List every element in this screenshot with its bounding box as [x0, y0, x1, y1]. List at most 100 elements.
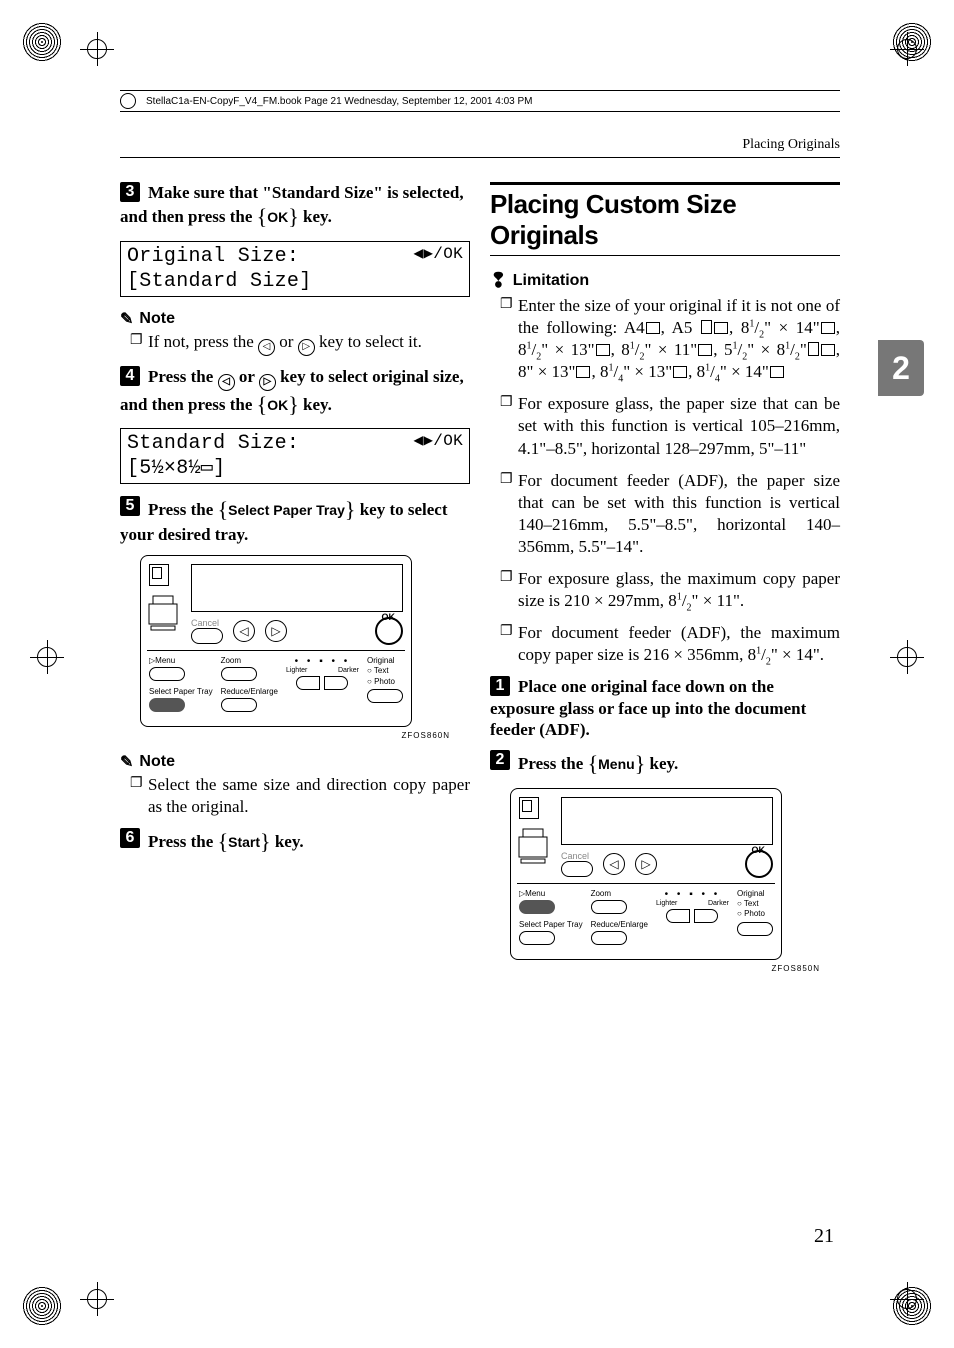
limitation-icon: [490, 268, 507, 293]
zoom-button: [591, 900, 627, 914]
portrait-icon: [808, 342, 819, 356]
control-panel-illustration: OK Cancel ◁ ▷ ▷Menu Select Paper Tray: [510, 788, 782, 960]
cancel-label: Cancel: [191, 618, 223, 628]
lcd2-line1-left: Standard Size:: [127, 431, 299, 456]
original-label: Original: [737, 889, 773, 899]
document-icon: [149, 564, 169, 586]
copier-icon: [147, 592, 183, 632]
landscape-icon: [821, 344, 835, 356]
photo-mode-label: ○ Photo: [367, 677, 403, 687]
registration-mark: [890, 32, 924, 66]
step-number-icon: 6: [120, 828, 140, 848]
start-key-label: Start: [228, 834, 260, 850]
step-6: 6 Press the {Start} key.: [120, 828, 470, 856]
step-number-icon: 3: [120, 182, 140, 202]
print-corner-mark: [22, 22, 62, 62]
limitation-item-3: For document feeder (ADF), the paper siz…: [500, 470, 840, 558]
step-1-text: Place one original face down on the expo…: [490, 677, 806, 739]
darker-label: Darker: [708, 900, 729, 907]
left-arrow-key-icon: ◁: [218, 374, 235, 391]
re-label: Reduce/Enlarge: [221, 687, 278, 696]
left-arrow-button: ◁: [603, 853, 625, 875]
note-icon: [120, 309, 133, 329]
zoom-label: Zoom: [221, 656, 278, 665]
zoom-button: [221, 667, 257, 681]
lighter-button: [296, 676, 320, 690]
step-3: 3 Make sure that "Standard Size" is sele…: [120, 182, 470, 231]
page-number: 21: [814, 1225, 834, 1248]
panel-illustration-id: ZFOS860N: [120, 731, 450, 740]
section-title: Placing Custom Size Originals: [490, 189, 840, 251]
step-2: 2 Press the {Menu} key.: [490, 750, 840, 778]
print-job-header-text: StellaC1a-EN-CopyF_V4_FM.book Page 21 We…: [146, 96, 533, 107]
cancel-label: Cancel: [561, 851, 593, 861]
reduce-enlarge-button: [221, 698, 257, 712]
limitation-heading: Limitation: [490, 268, 840, 293]
landscape-icon: [714, 322, 728, 334]
landscape-icon: [646, 322, 660, 334]
photo-mode-label: ○ Photo: [737, 909, 773, 919]
re-label: Reduce/Enlarge: [591, 920, 648, 929]
note-label: Note: [139, 753, 175, 771]
panel-divider: [517, 883, 775, 884]
ok-key-label: OK: [267, 397, 288, 413]
spt-label: Select Paper Tray: [149, 687, 213, 696]
right-column: Placing Custom Size Originals Limitation…: [490, 182, 840, 985]
print-job-header: StellaC1a-EN-CopyF_V4_FM.book Page 21 We…: [120, 90, 840, 112]
menu-label: ▷Menu: [149, 656, 213, 665]
limitation-label: Limitation: [513, 272, 589, 290]
ok-button: [375, 617, 403, 645]
original-button: [367, 689, 403, 703]
density-dots: • • ▪ • •: [286, 656, 359, 667]
note-icon: [120, 752, 133, 772]
text-mode-label: ○ Text: [737, 899, 773, 909]
lighter-button: [666, 909, 690, 923]
darker-label: Darker: [338, 667, 359, 674]
lcd2-line1-right: ◀▶/OK: [413, 431, 463, 456]
text-mode-label: ○ Text: [367, 666, 403, 676]
ok-button: [745, 850, 773, 878]
limitation-item-5: For document feeder (ADF), the maximum c…: [500, 622, 840, 666]
portrait-icon: [701, 320, 712, 334]
step-3-text-b: key.: [299, 207, 332, 226]
header-oval-icon: [120, 93, 136, 109]
zoom-label: Zoom: [591, 889, 648, 898]
document-icon: [519, 797, 539, 819]
select-paper-tray-button: [519, 931, 555, 945]
limitation-item-1: Enter the size of your original if it is…: [500, 295, 840, 383]
step-number-icon: 4: [120, 366, 140, 386]
running-head-rule: [120, 157, 840, 158]
chapter-tab: 2: [878, 340, 924, 396]
note-heading: Note: [120, 309, 470, 329]
landscape-icon: [673, 366, 687, 378]
note-heading: Note: [120, 752, 470, 772]
step-1: 1 Place one original face down on the ex…: [490, 676, 840, 740]
landscape-icon: [596, 344, 610, 356]
lcd1-line1-left: Original Size:: [127, 244, 299, 269]
left-arrow-button: ◁: [233, 620, 255, 642]
limitation-item-2: For exposure glass, the paper size that …: [500, 393, 840, 459]
lcd1-line1-right: ◀▶/OK: [413, 244, 463, 269]
control-panel-illustration: OK Cancel ◁ ▷ ▷Menu Select Paper Tray: [140, 555, 412, 727]
panel-illustration-id: ZFOS850N: [490, 964, 820, 973]
reduce-enlarge-button: [591, 931, 627, 945]
cancel-button: [191, 628, 223, 644]
lcd2-line2: [5½×8½▭]: [127, 456, 463, 481]
limitation-item-4: For exposure glass, the maximum copy pap…: [500, 568, 840, 612]
ok-key-label: OK: [267, 209, 288, 225]
left-arrow-key-icon: ◁: [258, 339, 275, 356]
step-number-icon: 2: [490, 750, 510, 770]
lcd-display-1: Original Size: ◀▶/OK [Standard Size]: [120, 241, 470, 297]
step-number-icon: 1: [490, 676, 510, 696]
registration-mark: [890, 1282, 924, 1316]
section-rule: [490, 255, 840, 256]
landscape-icon: [576, 366, 590, 378]
left-column: 3 Make sure that "Standard Size" is sele…: [120, 182, 470, 985]
section-rule: [490, 182, 840, 185]
lcd-display-2: Standard Size: ◀▶/OK [5½×8½▭]: [120, 428, 470, 484]
cancel-button: [561, 861, 593, 877]
right-arrow-key-icon: ▷: [259, 374, 276, 391]
registration-mark: [80, 1282, 114, 1316]
lcd1-line2: [Standard Size]: [127, 269, 463, 294]
copier-icon: [517, 825, 553, 865]
